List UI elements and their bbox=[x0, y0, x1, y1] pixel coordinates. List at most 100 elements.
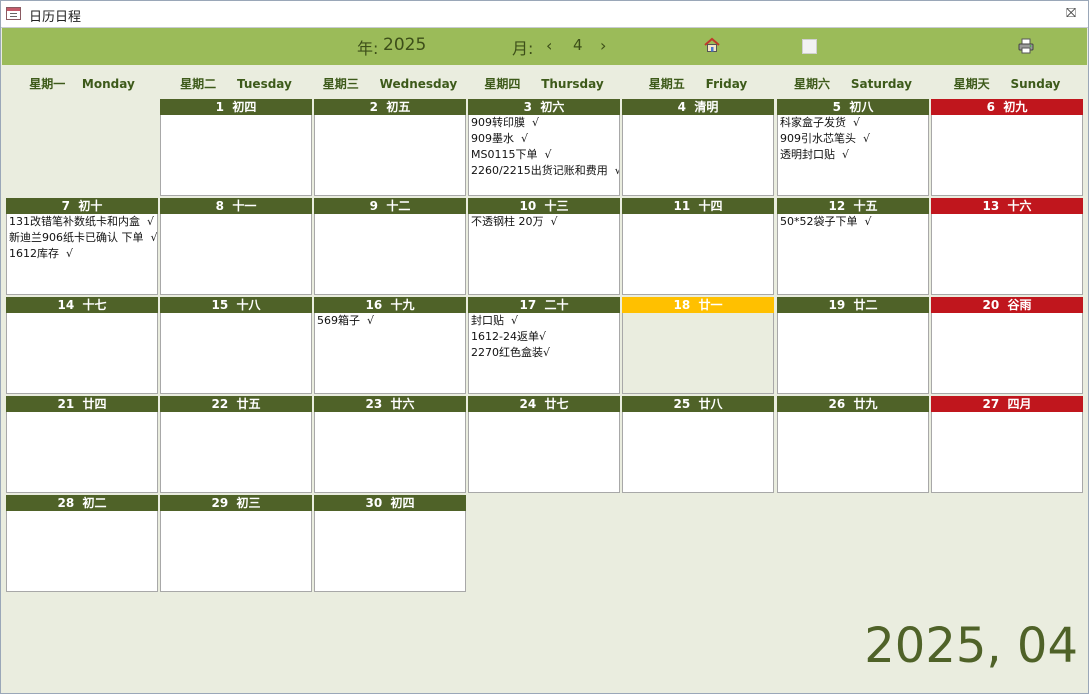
day-notes[interactable] bbox=[931, 313, 1083, 394]
day-header: 2 初五 bbox=[314, 99, 466, 115]
day-notes[interactable]: 科家盒子发货 √ 909引水芯笔头 √ 透明封口贴 √ bbox=[777, 115, 929, 196]
event-item: 封口贴 √ bbox=[471, 314, 519, 327]
day-cell[interactable]: 28 初二 bbox=[6, 495, 158, 592]
home-icon[interactable] bbox=[704, 37, 720, 53]
day-notes[interactable] bbox=[160, 511, 312, 592]
day-cell[interactable]: 4 清明 bbox=[622, 99, 774, 196]
day-notes[interactable] bbox=[6, 412, 158, 493]
day-header: 11 十四 bbox=[622, 198, 774, 214]
day-notes[interactable] bbox=[468, 412, 620, 493]
day-header: 10 十三 bbox=[468, 198, 620, 214]
day-cell[interactable]: 26 廿九 bbox=[777, 396, 929, 493]
close-button[interactable]: ⛝ bbox=[1066, 6, 1076, 21]
weekday-header: 星期五 Friday bbox=[648, 77, 748, 91]
day-cell[interactable]: 19 廿二 bbox=[777, 297, 929, 394]
day-header: 8 十一 bbox=[160, 198, 312, 214]
day-notes[interactable] bbox=[314, 511, 466, 592]
day-cell[interactable]: 13 十六 bbox=[931, 198, 1083, 295]
event-item: 569箱子 √ bbox=[317, 314, 374, 327]
event-item: 1612库存 √ bbox=[9, 247, 73, 260]
day-cell[interactable]: 9 十二 bbox=[314, 198, 466, 295]
calendar-form-icon bbox=[6, 7, 21, 20]
day-notes[interactable] bbox=[6, 511, 158, 592]
day-notes[interactable] bbox=[777, 313, 929, 394]
event-item: 不透钢柱 20万 √ bbox=[471, 215, 558, 228]
day-cell[interactable]: 16 十九 569箱子 √ bbox=[314, 297, 466, 394]
day-notes[interactable] bbox=[622, 313, 774, 394]
day-notes[interactable]: 封口贴 √ 1612-24返单√ 2270红色盒装√ bbox=[468, 313, 620, 394]
day-header: 23 廿六 bbox=[314, 396, 466, 412]
day-cell[interactable]: 30 初四 bbox=[314, 495, 466, 592]
day-cell[interactable]: 10 十三 不透钢柱 20万 √ bbox=[468, 198, 620, 295]
day-cell[interactable]: 23 廿六 bbox=[314, 396, 466, 493]
day-header: 20 谷雨 bbox=[931, 297, 1083, 313]
day-cell[interactable]: 18 廿一 bbox=[622, 297, 774, 394]
day-cell[interactable]: 17 二十 封口贴 √ 1612-24返单√ 2270红色盒装√ bbox=[468, 297, 620, 394]
day-notes[interactable] bbox=[6, 313, 158, 394]
day-cell[interactable]: 15 十八 bbox=[160, 297, 312, 394]
day-cell[interactable]: 7 初十 131改错笔补数纸卡和内盒 √ 新迪兰906纸卡已确认 下单 √ 1612库… bbox=[6, 198, 158, 295]
printer-icon[interactable] bbox=[1018, 38, 1034, 54]
day-header: 15 十八 bbox=[160, 297, 312, 313]
day-notes[interactable] bbox=[160, 115, 312, 196]
weekday-header: 星期三 Wednesday bbox=[322, 77, 458, 91]
day-cell[interactable]: 11 十四 bbox=[622, 198, 774, 295]
day-cell[interactable]: 29 初三 bbox=[160, 495, 312, 592]
day-notes[interactable] bbox=[931, 214, 1083, 295]
day-notes[interactable] bbox=[314, 412, 466, 493]
event-item: 透明封口贴 √ bbox=[780, 148, 850, 161]
day-notes[interactable]: 50*52袋子下单 √ bbox=[777, 214, 929, 295]
day-notes[interactable] bbox=[622, 115, 774, 196]
day-cell[interactable]: 8 十一 bbox=[160, 198, 312, 295]
day-notes[interactable] bbox=[314, 214, 466, 295]
day-header: 7 初十 bbox=[6, 198, 158, 214]
prev-month-button[interactable]: ‹ bbox=[546, 36, 552, 55]
day-notes[interactable]: 131改错笔补数纸卡和内盒 √ 新迪兰906纸卡已确认 下单 √ 1612库存 √ bbox=[6, 214, 158, 295]
event-item: 新迪兰906纸卡已确认 下单 √ bbox=[9, 231, 158, 244]
day-cell[interactable]: 25 廿八 bbox=[622, 396, 774, 493]
year-field[interactable]: 2025 bbox=[383, 35, 426, 55]
day-cell[interactable]: 27 四月 bbox=[931, 396, 1083, 493]
day-cell[interactable]: 5 初八 科家盒子发货 √ 909引水芯笔头 √ 透明封口贴 √ bbox=[777, 99, 929, 196]
weekday-header: 星期四 Thursday bbox=[484, 77, 604, 91]
day-cell[interactable]: 22 廿五 bbox=[160, 396, 312, 493]
day-notes[interactable] bbox=[931, 115, 1083, 196]
day-notes[interactable] bbox=[622, 412, 774, 493]
day-cell[interactable]: 1 初四 bbox=[160, 99, 312, 196]
month-field[interactable]: 4 bbox=[573, 36, 583, 54]
event-item: 2270红色盒装√ bbox=[471, 346, 551, 359]
calendar-header: 年: 2025 月: ‹ 4 › bbox=[2, 28, 1087, 65]
next-month-button[interactable]: › bbox=[600, 36, 606, 55]
event-item: 909引水芯笔头 √ bbox=[780, 132, 870, 145]
day-cell[interactable]: 3 初六 909转印膜 √ 909墨水 √ MS0115下单 √ 2260/2215出货… bbox=[468, 99, 620, 196]
day-header: 6 初九 bbox=[931, 99, 1083, 115]
day-header: 24 廿七 bbox=[468, 396, 620, 412]
day-notes[interactable] bbox=[622, 214, 774, 295]
day-notes[interactable]: 909转印膜 √ 909墨水 √ MS0115下单 √ 2260/2215出货记账和费… bbox=[468, 115, 620, 196]
day-cell[interactable]: 24 廿七 bbox=[468, 396, 620, 493]
day-notes[interactable]: 569箱子 √ bbox=[314, 313, 466, 394]
day-header: 25 廿八 bbox=[622, 396, 774, 412]
day-notes[interactable] bbox=[160, 214, 312, 295]
event-item: 50*52袋子下单 √ bbox=[780, 215, 872, 228]
day-notes[interactable] bbox=[314, 115, 466, 196]
day-header: 16 十九 bbox=[314, 297, 466, 313]
day-notes[interactable] bbox=[777, 412, 929, 493]
calendar-window: 日历日程 ⛝ 年: 2025 月: ‹ 4 › 星期一 Monday 星期二 Tu… bbox=[0, 0, 1089, 694]
day-cell[interactable]: 20 谷雨 bbox=[931, 297, 1083, 394]
day-cell[interactable]: 2 初五 bbox=[314, 99, 466, 196]
blank-square-button[interactable] bbox=[802, 39, 817, 54]
day-notes[interactable] bbox=[160, 412, 312, 493]
day-header: 30 初四 bbox=[314, 495, 466, 511]
month-label: 月: bbox=[512, 39, 534, 58]
day-header: 29 初三 bbox=[160, 495, 312, 511]
day-notes[interactable]: 不透钢柱 20万 √ bbox=[468, 214, 620, 295]
day-cell[interactable]: 14 十七 bbox=[6, 297, 158, 394]
event-item: 131改错笔补数纸卡和内盒 √ bbox=[9, 215, 154, 228]
day-cell[interactable]: 12 十五 50*52袋子下单 √ bbox=[777, 198, 929, 295]
big-date-display: 2025, 04 bbox=[864, 618, 1078, 674]
day-cell[interactable]: 6 初九 bbox=[931, 99, 1083, 196]
day-cell[interactable]: 21 廿四 bbox=[6, 396, 158, 493]
day-notes[interactable] bbox=[160, 313, 312, 394]
day-notes[interactable] bbox=[931, 412, 1083, 493]
